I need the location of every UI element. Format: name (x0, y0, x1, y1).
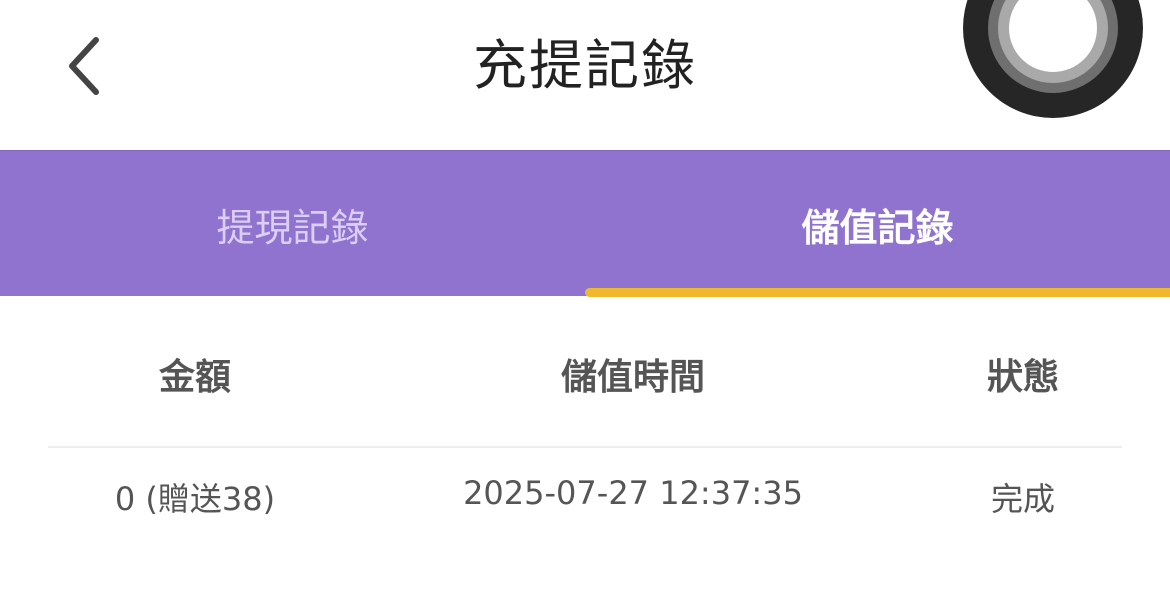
column-header-deposit-time: 儲值時間 (560, 357, 705, 398)
table-header: 金額 儲值時間 狀態 (48, 296, 1122, 448)
tab-bar: 提現記錄 儲值記錄 (0, 150, 1170, 297)
column-header-status: 狀態 (986, 357, 1059, 398)
recharge-records-page: 充提記錄 提現記錄 儲值記錄 金額 儲值時間 狀態 0 (贈送38) 2025-… (0, 0, 1170, 592)
tab-withdrawal-records[interactable]: 提現記錄 (0, 151, 585, 297)
column-header-amount: 金額 (158, 357, 231, 398)
cell-amount: 0 (贈送38) (114, 480, 276, 518)
table-row: 0 (贈送38) 2025-07-27 12:37:35 完成 (48, 448, 1122, 548)
cell-status: 完成 (990, 480, 1055, 518)
cell-deposit-time: 2025-07-27 12:37:35 (463, 474, 803, 512)
tab-deposit-records[interactable]: 儲值記錄 (585, 151, 1170, 297)
